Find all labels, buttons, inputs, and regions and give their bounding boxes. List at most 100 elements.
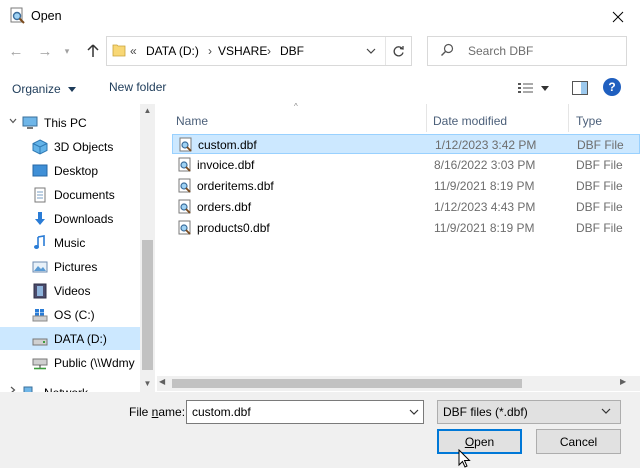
search-icon [441, 43, 454, 56]
nav-item-desktop[interactable]: Desktop [0, 159, 140, 182]
nav-item-label: Pictures [54, 259, 98, 274]
arrow-right-icon: → [37, 42, 53, 60]
scroll-left-arrow-icon[interactable]: ◀ [159, 377, 165, 386]
folder-icon [112, 44, 126, 57]
file-name-dropdown-button[interactable] [404, 401, 423, 423]
close-button[interactable] [596, 0, 640, 33]
refresh-icon [393, 45, 404, 56]
back-button[interactable]: ← [5, 40, 27, 62]
nav-item-documents[interactable]: Documents [0, 183, 140, 206]
close-icon [612, 11, 624, 22]
file-type: DBF File [577, 138, 624, 152]
chevron-down-icon[interactable] [9, 117, 17, 125]
scroll-down-arrow-icon[interactable]: ▼ [141, 379, 154, 391]
breadcrumb-item[interactable]: DATA (D:) [146, 44, 199, 58]
recent-locations-button[interactable]: ▾ [60, 40, 74, 62]
preview-pane-icon[interactable] [571, 79, 589, 97]
nav-item-label: Documents [54, 187, 115, 202]
scroll-up-arrow-icon[interactable]: ▲ [141, 106, 154, 118]
download-arrow-icon [35, 211, 45, 225]
caret-down-icon [541, 85, 549, 91]
forward-button[interactable]: → [34, 40, 56, 62]
nav-item-videos[interactable]: Videos [0, 279, 140, 302]
file-name: orderitems.dbf [197, 179, 274, 193]
nav-item-label: Public (\\Wdmy [54, 355, 135, 370]
chevron-down-icon[interactable] [600, 404, 612, 418]
arrow-up-icon [87, 44, 99, 57]
cancel-button[interactable]: Cancel [536, 429, 621, 454]
open-button[interactable]: Open [437, 429, 522, 454]
question-mark-icon: ? [608, 80, 616, 94]
file-type-select[interactable]: DBF files (*.dbf) [437, 400, 621, 424]
nav-item-downloads[interactable]: Downloads [0, 207, 140, 230]
file-row-custom[interactable]: custom.dbf 1/12/2023 3:42 PM DBF File [172, 134, 640, 154]
chevron-down-icon [409, 409, 418, 415]
file-date-modified: 1/12/2023 4:43 PM [434, 200, 536, 214]
search-placeholder: Search DBF [468, 44, 534, 58]
breadcrumb-overflow[interactable]: « [130, 44, 137, 58]
file-name-label-suffix: ame: [158, 405, 186, 419]
column-header-name[interactable]: Name [176, 110, 208, 132]
nav-item-public[interactable]: Public (\\Wdmy [0, 351, 140, 374]
caret-down-icon [67, 86, 76, 92]
file-name-input[interactable] [186, 400, 424, 424]
documents-icon [34, 187, 46, 202]
nav-item-label: DATA (D:) [54, 331, 107, 346]
window-title: Open [31, 9, 62, 23]
file-row-products0[interactable]: products0.dbf 11/9/2021 8:19 PM DBF File [172, 218, 640, 238]
breadcrumb-separator[interactable]: › [267, 44, 271, 58]
breadcrumb-item[interactable]: DBF [280, 44, 304, 58]
file-date-modified: 8/16/2022 3:03 PM [434, 158, 536, 172]
nav-item-label: This PC [44, 115, 87, 130]
file-magnifier-icon [10, 7, 25, 24]
breadcrumb-separator[interactable]: › [208, 44, 212, 58]
file-date-modified: 11/9/2021 8:19 PM [434, 179, 535, 193]
file-row-orders[interactable]: orders.dbf 1/12/2023 4:43 PM DBF File [172, 197, 640, 217]
column-header-date-modified[interactable]: Date modified [433, 110, 507, 132]
organize-label: Organize [12, 82, 61, 96]
dbf-file-icon [178, 220, 191, 235]
nav-item-label: 3D Objects [54, 139, 114, 154]
file-name: invoice.dbf [197, 158, 255, 172]
file-list-scrollbar-thumb[interactable] [172, 379, 522, 388]
nav-item-music[interactable]: Music [0, 231, 140, 254]
drive-icon [32, 338, 48, 345]
file-type: DBF File [576, 200, 623, 214]
column-header-type[interactable]: Type [576, 110, 602, 132]
open-button-label: pen [474, 434, 495, 449]
computer-icon [22, 116, 38, 129]
file-type: DBF File [576, 221, 623, 235]
file-type: DBF File [576, 158, 623, 172]
dbf-file-icon [178, 199, 191, 214]
refresh-button[interactable] [385, 37, 411, 65]
nav-item-os-c[interactable]: OS (C:) [0, 303, 140, 326]
chevron-down-icon: ▾ [64, 45, 70, 56]
up-button[interactable] [82, 40, 104, 62]
nav-scrollbar-thumb[interactable] [142, 240, 153, 370]
file-row-orderitems[interactable]: orderitems.dbf 11/9/2021 8:19 PM DBF Fil… [172, 176, 640, 196]
nav-item-data-d[interactable]: DATA (D:) [0, 327, 140, 350]
nav-item-pictures[interactable]: Pictures [0, 255, 140, 278]
dbf-file-icon [178, 157, 191, 172]
change-view-button[interactable] [517, 79, 555, 97]
organize-button[interactable]: Organize [12, 80, 76, 98]
column-divider[interactable] [568, 104, 569, 132]
file-type-value: DBF files (*.dbf) [443, 405, 528, 419]
nav-item-label: Music [54, 235, 86, 250]
column-divider[interactable] [426, 104, 427, 132]
file-name-label: File name: [129, 405, 185, 419]
music-note-icon [34, 234, 45, 249]
file-name: products0.dbf [197, 221, 270, 235]
cube-icon [32, 138, 48, 155]
nav-item-this-pc[interactable]: This PC [0, 111, 140, 134]
file-type: DBF File [576, 179, 623, 193]
file-row-invoice[interactable]: invoice.dbf 8/16/2022 3:03 PM DBF File [172, 155, 640, 175]
scroll-right-arrow-icon[interactable]: ▶ [620, 377, 626, 386]
nav-item-label: OS (C:) [54, 307, 95, 322]
open-button-mnemonic: O [464, 434, 475, 449]
address-dropdown-button[interactable] [359, 37, 383, 65]
help-button[interactable]: ? [603, 78, 621, 96]
breadcrumb-item[interactable]: VSHARE [218, 44, 267, 58]
new-folder-button[interactable]: New folder [109, 80, 166, 98]
nav-item-3d-objects[interactable]: 3D Objects [0, 135, 140, 158]
